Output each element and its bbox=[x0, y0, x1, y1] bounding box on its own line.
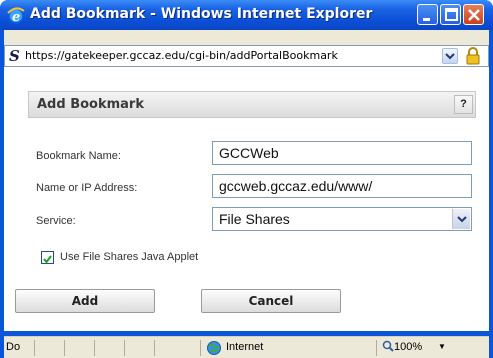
add-button[interactable]: Add bbox=[15, 289, 155, 313]
lock-icon[interactable] bbox=[464, 47, 482, 65]
zoom-level[interactable]: 100% bbox=[394, 341, 422, 353]
page-content: Add Bookmark ? Bookmark Name: GCCWeb Nam… bbox=[4, 67, 489, 331]
panel-header: Add Bookmark ? bbox=[28, 91, 476, 118]
globe-icon bbox=[207, 341, 221, 355]
help-button[interactable]: ? bbox=[454, 95, 473, 114]
internet-explorer-icon: e bbox=[7, 7, 25, 25]
status-divider bbox=[94, 340, 95, 356]
status-divider bbox=[376, 340, 377, 356]
status-divider bbox=[64, 340, 65, 356]
applet-checkbox[interactable] bbox=[41, 251, 54, 264]
cancel-button[interactable]: Cancel bbox=[201, 289, 341, 313]
site-icon: S bbox=[9, 47, 20, 65]
bookmark-name-input[interactable]: GCCWeb bbox=[212, 141, 472, 165]
address-label: Name or IP Address: bbox=[36, 182, 138, 194]
status-zone: Internet bbox=[226, 341, 264, 353]
status-divider bbox=[200, 340, 201, 356]
address-input[interactable]: gccweb.gccaz.edu/www/ bbox=[212, 174, 472, 198]
bookmark-name-label: Bookmark Name: bbox=[36, 150, 121, 162]
service-selected-value: File Shares bbox=[219, 211, 290, 227]
minimize-icon bbox=[423, 18, 430, 21]
status-divider bbox=[124, 340, 125, 356]
minimize-button[interactable] bbox=[417, 4, 438, 25]
address-bar: S https://gatekeeper.gccaz.edu/cgi-bin/a… bbox=[4, 30, 489, 70]
service-dropdown-button[interactable] bbox=[452, 209, 470, 229]
zoom-icon[interactable] bbox=[382, 340, 394, 354]
status-divider bbox=[34, 340, 35, 356]
title-bar[interactable]: e Add Bookmark - Windows Internet Explor… bbox=[0, 0, 493, 30]
chevron-down-icon bbox=[457, 216, 467, 223]
maximize-button[interactable] bbox=[440, 4, 461, 25]
browser-window: e Add Bookmark - Windows Internet Explor… bbox=[0, 0, 493, 358]
service-label: Service: bbox=[36, 215, 76, 227]
close-button[interactable] bbox=[463, 4, 484, 25]
address-url[interactable]: https://gatekeeper.gccaz.edu/cgi-bin/add… bbox=[25, 49, 338, 62]
status-divider bbox=[154, 340, 155, 356]
chevron-down-icon bbox=[445, 53, 455, 60]
close-icon bbox=[468, 9, 480, 21]
service-select[interactable]: File Shares bbox=[212, 207, 472, 231]
svg-text:e: e bbox=[12, 10, 20, 25]
applet-checkbox-label[interactable]: Use File Shares Java Applet bbox=[60, 251, 198, 263]
panel-title: Add Bookmark bbox=[37, 97, 144, 112]
checkmark-icon bbox=[43, 255, 52, 264]
status-text: Do bbox=[6, 341, 21, 353]
address-dropdown-button[interactable] bbox=[442, 48, 458, 64]
maximize-icon bbox=[445, 8, 458, 21]
address-field[interactable]: S https://gatekeeper.gccaz.edu/cgi-bin/a… bbox=[4, 45, 489, 67]
window-title: Add Bookmark - Windows Internet Explorer bbox=[30, 6, 373, 22]
zoom-dropdown-icon[interactable]: ▼ bbox=[438, 342, 446, 351]
status-bar: Do Internet 100% ▼ bbox=[4, 336, 489, 358]
